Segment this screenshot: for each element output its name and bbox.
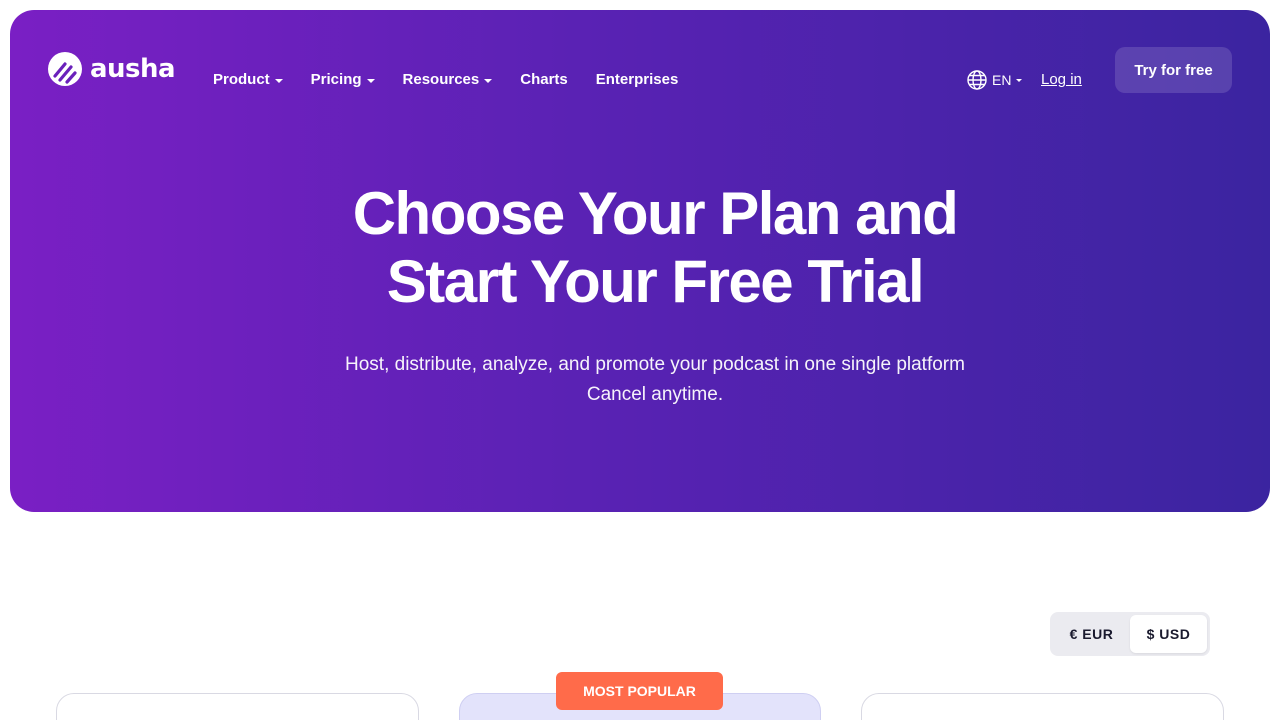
ausha-logo-icon xyxy=(48,52,82,86)
nav-item-label: Product xyxy=(213,71,270,88)
language-selector[interactable]: EN xyxy=(966,69,1023,91)
pricing-card xyxy=(56,693,419,720)
nav-item-charts[interactable]: Charts xyxy=(520,69,568,91)
chevron-down-icon xyxy=(274,78,283,83)
nav-item-label: Resources xyxy=(402,71,480,88)
title-line: Start Your Free Trial xyxy=(386,248,925,315)
nav-item-product[interactable]: Product xyxy=(213,69,283,91)
nav-item-enterprises[interactable]: Enterprises xyxy=(596,69,679,91)
currency-toggle: € EUR $ USD xyxy=(1050,612,1210,656)
logo-wordmark: ausha xyxy=(90,54,176,84)
login-link[interactable]: Log in xyxy=(1041,69,1082,91)
nav-item-pricing[interactable]: Pricing xyxy=(311,69,375,91)
currency-option-usd[interactable]: $ USD xyxy=(1130,615,1207,653)
main-menu: Product Pricing Resources Charts Enterpr… xyxy=(213,69,678,91)
nav-item-label: Pricing xyxy=(310,71,362,88)
nav-item-label: Enterprises xyxy=(595,71,679,88)
subtitle-line: Host, distribute, analyze, and promote y… xyxy=(345,354,965,375)
globe-icon xyxy=(967,70,987,90)
currency-option-eur[interactable]: € EUR xyxy=(1053,615,1130,653)
chevron-down-icon xyxy=(366,78,375,83)
chevron-down-icon xyxy=(484,78,493,83)
try-for-free-button[interactable]: Try for free xyxy=(1115,47,1232,93)
nav-item-resources[interactable]: Resources xyxy=(403,69,493,91)
language-label: EN xyxy=(992,72,1012,88)
subtitle-line: Cancel anytime. xyxy=(586,384,724,405)
most-popular-badge: MOST POPULAR xyxy=(556,672,723,710)
page-title: Choose Your Plan and Start Your Free Tri… xyxy=(10,180,1270,316)
pricing-card xyxy=(861,693,1224,720)
chevron-down-icon xyxy=(1016,79,1023,82)
top-navigation: ausha Product Pricing Resources Charts E… xyxy=(10,10,1270,130)
nav-item-label: Charts xyxy=(520,71,568,88)
hero-subtitle: Host, distribute, analyze, and promote y… xyxy=(10,350,1270,410)
hero-section: ausha Product Pricing Resources Charts E… xyxy=(10,10,1270,512)
logo[interactable]: ausha xyxy=(48,52,176,86)
title-line: Choose Your Plan and xyxy=(352,180,959,247)
